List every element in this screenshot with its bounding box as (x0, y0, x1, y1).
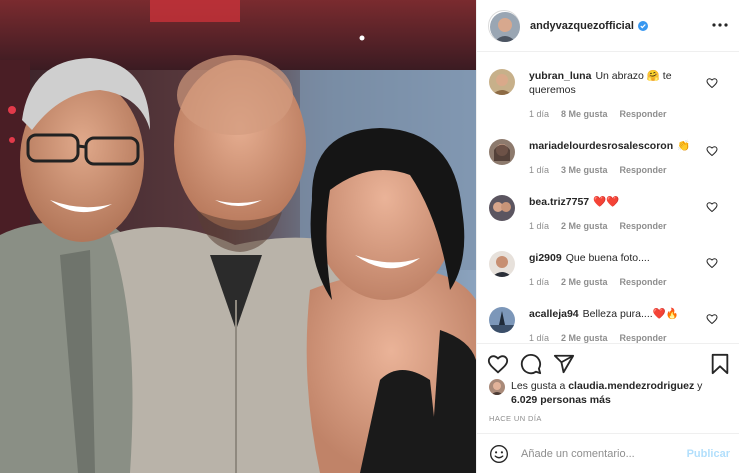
comment-likes[interactable]: 8 Me gusta (561, 109, 608, 119)
comment-age: 1 día (529, 277, 550, 287)
liker-username[interactable]: claudia.mendezrodriguez (568, 380, 694, 392)
comment-body: acalleja94 Belleza pura....❤️🔥 (529, 307, 707, 321)
comment-item: bea.triz7757 ❤️❤️ 1 día 2 Me gusta Respon… (477, 193, 739, 249)
comments-list[interactable]: yubran_luna Un abrazo 🤗 te queremos 1 día… (477, 53, 739, 343)
reply-button[interactable]: Responder (620, 277, 667, 287)
comment-age: 1 día (529, 333, 550, 343)
profile-avatar[interactable] (488, 9, 520, 42)
emoji-icon[interactable] (489, 444, 509, 464)
post-header: andyvazquezofficial (477, 0, 739, 52)
likes-summary: Les gusta a claudia.mendezrodriguez y 6.… (489, 379, 729, 413)
reply-button[interactable]: Responder (620, 165, 667, 175)
comment-heart-icon[interactable] (706, 201, 718, 213)
liker-avatar[interactable] (489, 379, 505, 395)
comment-likes[interactable]: 2 Me gusta (561, 277, 608, 287)
commenter-avatar[interactable] (489, 251, 515, 277)
comment-username[interactable]: mariadelourdesrosalescoron (529, 140, 673, 152)
post-author-username[interactable]: andyvazquezofficial (530, 20, 634, 32)
comment-likes[interactable]: 2 Me gusta (561, 333, 608, 343)
comment-meta: 1 día 2 Me gusta Responder (529, 277, 667, 287)
reply-button[interactable]: Responder (620, 221, 667, 231)
comment-item: acalleja94 Belleza pura....❤️🔥 1 día 2 Me… (477, 305, 739, 343)
comment-likes[interactable]: 3 Me gusta (561, 165, 608, 175)
comment-text: ❤️❤️ (593, 196, 620, 208)
verified-badge-icon (637, 20, 648, 31)
post-timestamp[interactable]: HACE UN DÍA (489, 414, 542, 423)
comment-heart-icon[interactable] (706, 145, 718, 157)
bookmark-icon[interactable] (709, 353, 731, 375)
comment-body: gi2909 Que buena foto.... (529, 251, 707, 265)
comment-text: Que buena foto.... (565, 252, 650, 264)
post-actions-bar (477, 343, 739, 381)
commenter-avatar[interactable] (489, 139, 515, 165)
comment-icon[interactable] (520, 353, 542, 375)
comment-text: Belleza pura....❤️🔥 (582, 308, 679, 320)
avatar-picture-icon (490, 11, 520, 42)
comment-heart-icon[interactable] (706, 257, 718, 269)
comment-age: 1 día (529, 165, 550, 175)
profile-avatar-image (490, 11, 520, 42)
comment-body: mariadelourdesrosalescoron 👏 (529, 139, 707, 153)
comment-item: gi2909 Que buena foto.... 1 día 2 Me gust… (477, 249, 739, 305)
comment-username[interactable]: gi2909 (529, 252, 562, 264)
comment-body: yubran_luna Un abrazo 🤗 te queremos (529, 69, 707, 97)
post-side-panel: andyvazquezofficial yubran_luna Un abraz… (476, 0, 739, 473)
post-photo[interactable] (0, 0, 476, 473)
likes-connector: y (694, 380, 703, 392)
likes-count[interactable]: 6.029 personas más (511, 394, 611, 406)
comment-heart-icon[interactable] (706, 77, 718, 89)
comment-username[interactable]: bea.triz7757 (529, 196, 589, 208)
comment-meta: 1 día 2 Me gusta Responder (529, 333, 667, 343)
comment-input[interactable] (521, 444, 681, 464)
add-comment-bar: Publicar (477, 433, 739, 473)
comment-likes[interactable]: 2 Me gusta (561, 221, 608, 231)
comment-item: mariadelourdesrosalescoron 👏 1 día 3 Me g… (477, 137, 739, 193)
commenter-avatar[interactable] (489, 195, 515, 221)
comment-item: yubran_luna Un abrazo 🤗 te queremos 1 día… (477, 65, 739, 121)
comment-username[interactable]: yubran_luna (529, 70, 591, 82)
comment-age: 1 día (529, 221, 550, 231)
photo-illustration (0, 0, 476, 473)
commenter-avatar[interactable] (489, 307, 515, 333)
comment-heart-icon[interactable] (706, 313, 718, 325)
comment-meta: 1 día 2 Me gusta Responder (529, 221, 667, 231)
likes-prefix: Les gusta a (511, 380, 569, 392)
reply-button[interactable]: Responder (620, 333, 667, 343)
comment-meta: 1 día 8 Me gusta Responder (529, 109, 667, 119)
comment-username[interactable]: acalleja94 (529, 308, 579, 320)
commenter-avatar[interactable] (489, 69, 515, 95)
reply-button[interactable]: Responder (620, 109, 667, 119)
share-icon[interactable] (553, 353, 575, 375)
comment-body: bea.triz7757 ❤️❤️ (529, 195, 707, 209)
heart-icon[interactable] (487, 353, 509, 375)
publish-button[interactable]: Publicar (687, 448, 730, 460)
more-options-icon[interactable] (711, 16, 729, 34)
comment-age: 1 día (529, 109, 550, 119)
comment-text: 👏 (677, 140, 691, 152)
instagram-post: andyvazquezofficial yubran_luna Un abraz… (0, 0, 739, 473)
likes-text: Les gusta a claudia.mendezrodriguez y 6.… (511, 379, 711, 407)
comment-meta: 1 día 3 Me gusta Responder (529, 165, 667, 175)
